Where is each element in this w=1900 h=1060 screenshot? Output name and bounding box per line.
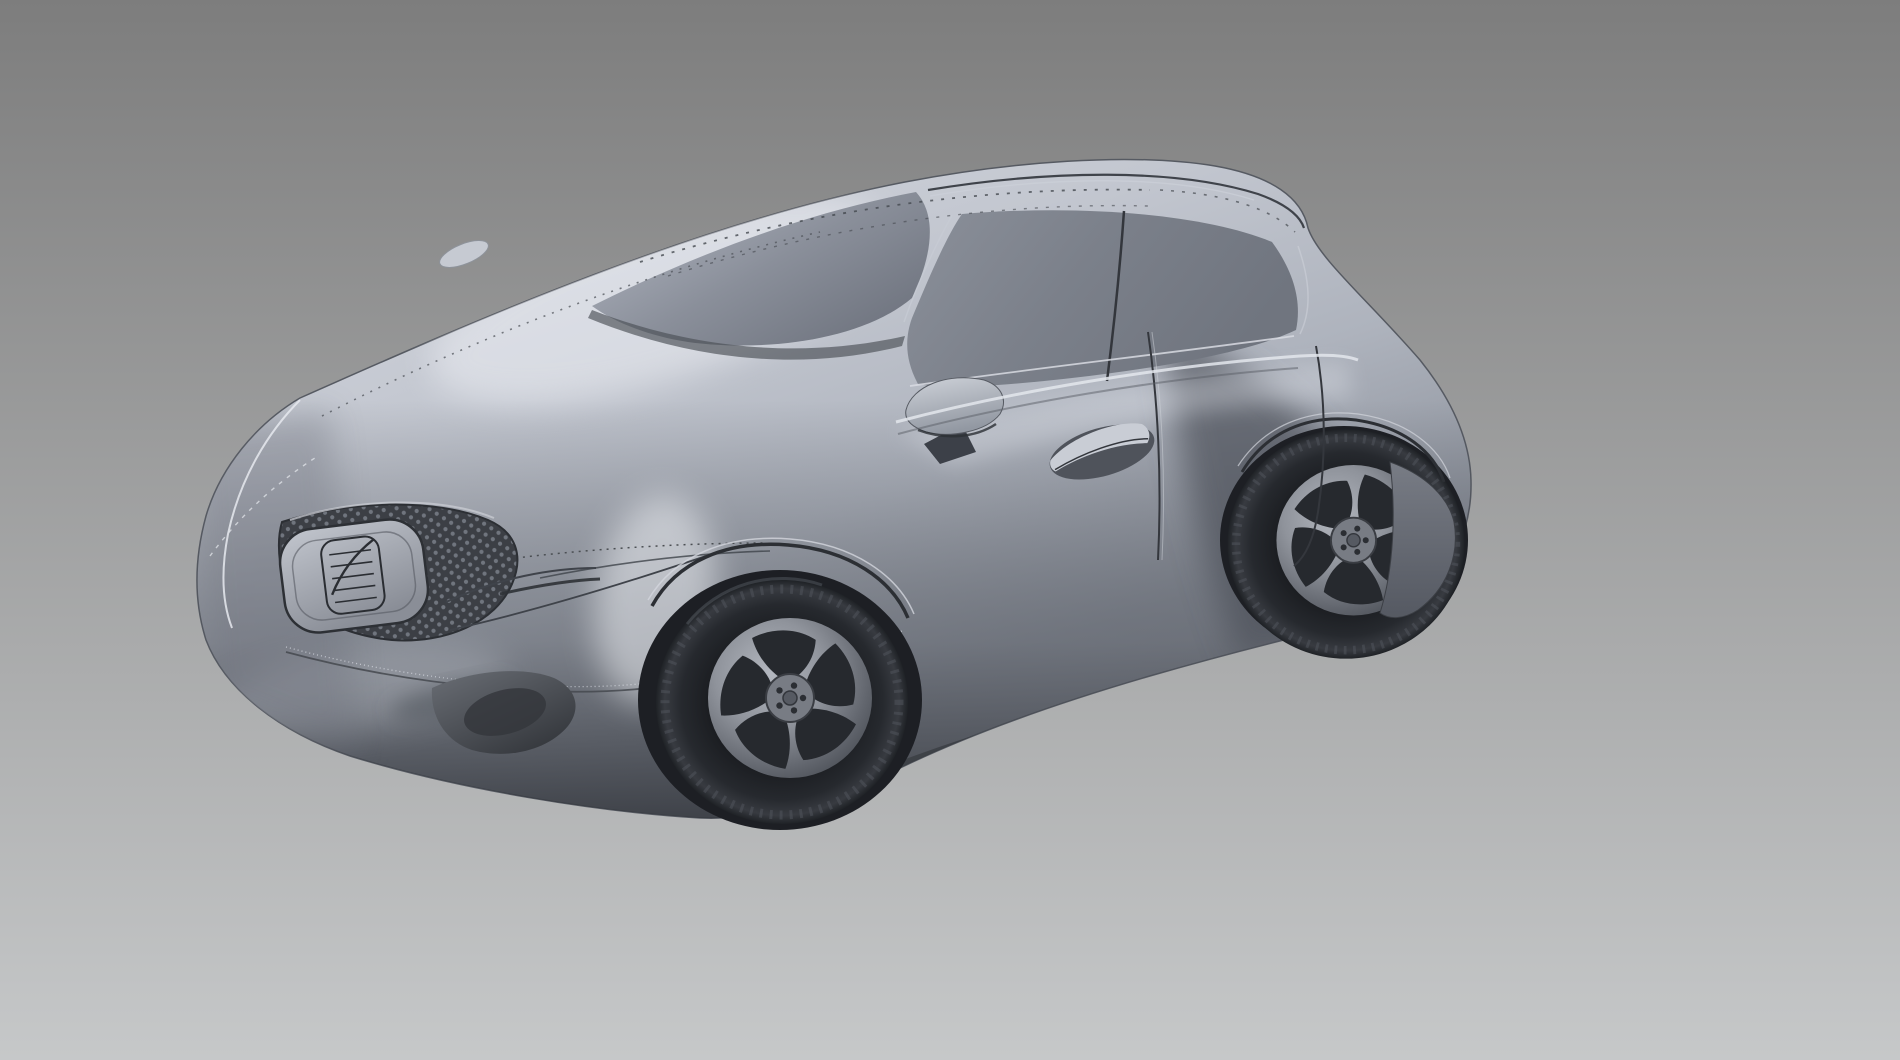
render-viewport-3d[interactable] xyxy=(0,0,1900,1060)
front-wheel xyxy=(656,578,908,824)
front-center-cap xyxy=(783,691,797,705)
rear-center-cap xyxy=(1347,534,1360,547)
car-render-canvas xyxy=(0,0,1900,1060)
seat-badge xyxy=(276,516,432,637)
